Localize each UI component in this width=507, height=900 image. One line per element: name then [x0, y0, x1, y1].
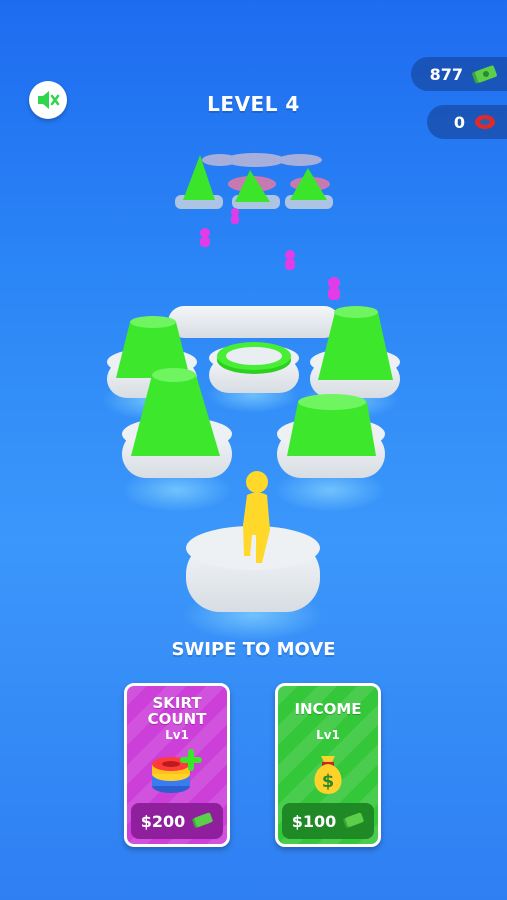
start-pad: [186, 526, 320, 612]
money-value: 877: [429, 64, 463, 84]
cash-stack-icon: [192, 812, 213, 828]
skirt-price: $200: [140, 811, 186, 831]
income-title: INCOME: [294, 700, 362, 718]
svg-text:$: $: [322, 771, 335, 792]
skirt-buy-button[interactable]: $200: [131, 803, 223, 839]
game-scene: [102, 153, 400, 641]
rings-value: 0: [453, 112, 465, 132]
income-price: $100: [291, 811, 337, 831]
income-level: Lv1: [316, 728, 340, 742]
skirt-count-upgrade-card[interactable]: SKIRT COUNT Lv1 $200: [124, 683, 230, 847]
skirt-title-line1: SKIRT: [152, 694, 202, 712]
skirt-level: Lv1: [165, 728, 189, 742]
pink-enemies: [200, 208, 340, 300]
money-counter: 877: [411, 57, 507, 91]
cash-stack-icon: [343, 812, 364, 828]
rings-counter: 0: [427, 105, 507, 139]
money-bag-icon: $: [314, 756, 342, 794]
bar-platform: [168, 306, 340, 338]
skirt-ring-plus-icon: [152, 749, 202, 793]
skirt-title-line2: COUNT: [147, 710, 207, 728]
income-upgrade-card[interactable]: INCOME Lv1 $ $100: [275, 683, 381, 847]
red-ring-icon: [475, 115, 495, 129]
income-buy-button[interactable]: $100: [282, 803, 374, 839]
cash-stack-icon: [472, 65, 497, 84]
swipe-hint: SWIPE TO MOVE: [171, 639, 336, 660]
